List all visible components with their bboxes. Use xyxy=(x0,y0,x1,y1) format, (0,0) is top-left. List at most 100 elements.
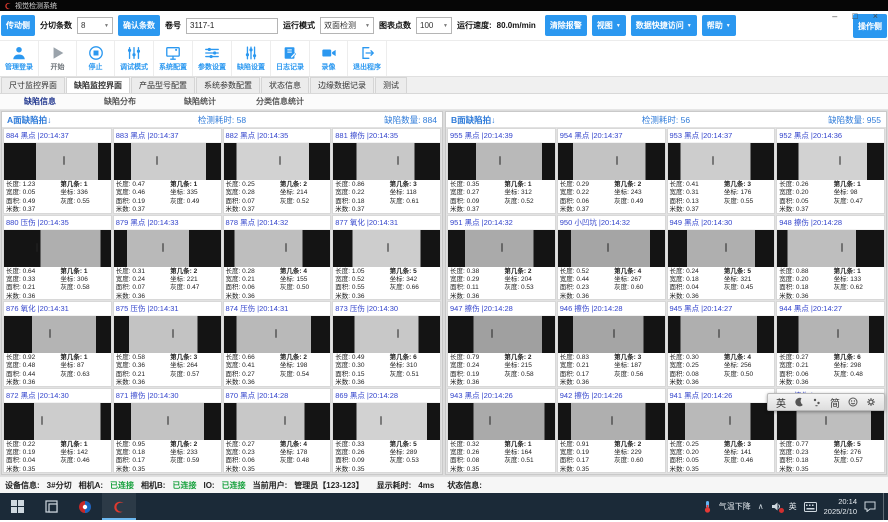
defect-card[interactable]: 872 黑点 |20:14:30长度: 0.22宽度: 0.19面积: 0.04… xyxy=(3,388,112,474)
subtab-1[interactable]: 缺陷分布 xyxy=(80,96,160,107)
defect-thumbnail[interactable] xyxy=(668,230,775,267)
emoji-icon[interactable] xyxy=(848,397,858,407)
tab-0[interactable]: 尺寸监控界面 xyxy=(1,77,65,93)
defect-card[interactable]: 876 氧化 |20:14:31长度: 0.92宽度: 0.48面积: 0.44… xyxy=(3,301,112,387)
defect-card[interactable]: 877 氧化 |20:14:31长度: 1.05宽度: 0.52面积: 0.55… xyxy=(332,215,441,301)
tab-2[interactable]: 产品型号配置 xyxy=(131,77,195,93)
action-monitor-button[interactable]: 系统配置 xyxy=(154,41,193,76)
slit-count-select[interactable]: 8 xyxy=(77,17,113,34)
moon-icon[interactable] xyxy=(794,397,804,407)
defect-card[interactable]: 870 黑点 |20:14:28长度: 0.27宽度: 0.23面积: 0.06… xyxy=(223,388,332,474)
tab-5[interactable]: 边缘数据记录 xyxy=(310,77,374,93)
defect-thumbnail[interactable] xyxy=(448,316,555,353)
defect-card[interactable]: 871 擦伤 |20:14:30长度: 0.95宽度: 0.18面积: 0.17… xyxy=(113,388,222,474)
defect-thumbnail[interactable] xyxy=(4,143,111,180)
defect-thumbnail[interactable] xyxy=(333,230,440,267)
defect-thumbnail[interactable] xyxy=(224,316,331,353)
defect-thumbnail[interactable] xyxy=(114,143,221,180)
defect-thumbnail[interactable] xyxy=(777,316,884,353)
defect-card[interactable]: 948 擦伤 |20:14:28长度: 0.88宽度: 0.20面积: 0.18… xyxy=(776,215,885,301)
pinned-app-icon[interactable] xyxy=(68,493,102,520)
defect-card[interactable]: 944 黑点 |20:14:27长度: 0.27宽度: 0.21面积: 0.06… xyxy=(776,301,885,387)
tab-3[interactable]: 系统参数配置 xyxy=(196,77,260,93)
defect-card[interactable]: 943 黑点 |20:14:26长度: 0.32宽度: 0.26面积: 0.08… xyxy=(447,388,556,474)
defect-thumbnail[interactable] xyxy=(4,316,111,353)
defect-thumbnail[interactable] xyxy=(4,403,111,440)
defect-thumbnail[interactable] xyxy=(224,143,331,180)
defect-thumbnail[interactable] xyxy=(668,403,775,440)
notification-center-icon[interactable] xyxy=(864,501,876,512)
ime-mode-en[interactable]: 英 xyxy=(776,395,786,410)
show-desktop-button[interactable] xyxy=(883,493,887,520)
defect-thumbnail[interactable] xyxy=(558,316,665,353)
chart-points-select[interactable]: 100 xyxy=(416,17,452,34)
action-user-button[interactable]: 管理登录 xyxy=(0,41,39,76)
roll-number-input[interactable] xyxy=(186,18,278,34)
defect-card[interactable]: 880 压伤 |20:14:35长度: 0.64宽度: 0.33面积: 0.21… xyxy=(3,215,112,301)
defect-thumbnail[interactable] xyxy=(448,230,555,267)
defect-card[interactable]: 953 黑点 |20:14:37长度: 0.41宽度: 0.31面积: 0.13… xyxy=(667,128,776,214)
dots-icon[interactable] xyxy=(812,397,822,407)
defect-thumbnail[interactable] xyxy=(558,143,665,180)
defect-card[interactable]: 946 擦伤 |20:14:28长度: 0.83宽度: 0.21面积: 0.17… xyxy=(557,301,666,387)
defect-card[interactable]: 954 黑点 |20:14:37长度: 0.29宽度: 0.22面积: 0.06… xyxy=(557,128,666,214)
action-tune-button[interactable]: 调试模式 xyxy=(115,41,154,76)
defect-card[interactable]: 955 黑点 |20:14:39长度: 0.35宽度: 0.27面积: 0.09… xyxy=(447,128,556,214)
weather-ticker[interactable]: 气温下降 xyxy=(719,501,751,512)
defect-card[interactable]: 878 黑点 |20:14:32长度: 0.28宽度: 0.21面积: 0.06… xyxy=(223,215,332,301)
task-view-button[interactable] xyxy=(34,493,68,520)
defect-thumbnail[interactable] xyxy=(4,230,111,267)
view-menu-button[interactable]: 视图▼ xyxy=(592,15,626,36)
active-app-icon[interactable] xyxy=(102,493,136,520)
defect-thumbnail[interactable] xyxy=(114,403,221,440)
defect-thumbnail[interactable] xyxy=(558,403,665,440)
tab-1[interactable]: 缺陷监控界面 xyxy=(66,77,130,93)
defect-thumbnail[interactable] xyxy=(777,143,884,180)
defect-card[interactable]: 879 黑点 |20:14:33长度: 0.31宽度: 0.24面积: 0.07… xyxy=(113,215,222,301)
tray-expand-icon[interactable]: ∧ xyxy=(758,502,764,511)
defect-card[interactable]: 875 压伤 |20:14:31长度: 0.58宽度: 0.36面积: 0.21… xyxy=(113,301,222,387)
action-exit-button[interactable]: 退出程序 xyxy=(348,41,387,76)
ime-settings-icon[interactable] xyxy=(866,397,876,407)
action-camera-button[interactable]: 录像 xyxy=(310,41,348,76)
defect-thumbnail[interactable] xyxy=(333,403,440,440)
data-access-menu-button[interactable]: 数据快捷访问▼ xyxy=(631,15,697,36)
defect-thumbnail[interactable] xyxy=(114,230,221,267)
close-button[interactable]: × xyxy=(873,11,878,21)
action-stop-button[interactable]: 停止 xyxy=(77,41,115,76)
defect-card[interactable]: 873 压伤 |20:14:30长度: 0.49宽度: 0.30面积: 0.15… xyxy=(332,301,441,387)
defect-thumbnail[interactable] xyxy=(333,316,440,353)
defect-thumbnail[interactable] xyxy=(448,403,555,440)
thermometer-icon[interactable] xyxy=(703,500,712,513)
action-hsliders-button[interactable]: 参数设置 xyxy=(193,41,232,76)
action-vsliders-button[interactable]: 缺陷设置 xyxy=(232,41,271,76)
maximize-button[interactable]: □ xyxy=(852,11,857,21)
defect-card[interactable]: 882 黑点 |20:14:35长度: 0.25宽度: 0.28面积: 0.07… xyxy=(223,128,332,214)
subtab-0[interactable]: 缺陷信息 xyxy=(0,96,80,107)
run-mode-select[interactable]: 双面检测 xyxy=(320,17,374,34)
action-play-button[interactable]: 开始 xyxy=(39,41,77,76)
help-menu-button[interactable]: 帮助▼ xyxy=(702,15,736,36)
defect-thumbnail[interactable] xyxy=(558,230,665,267)
taskbar-clock[interactable]: 20:14 2025/2/10 xyxy=(824,497,857,516)
defect-card[interactable]: 952 黑点 |20:14:36长度: 0.26宽度: 0.20面积: 0.05… xyxy=(776,128,885,214)
minimize-button[interactable]: – xyxy=(832,11,837,21)
defect-thumbnail[interactable] xyxy=(668,316,775,353)
subtab-3[interactable]: 分类信息统计 xyxy=(240,96,320,107)
touch-keyboard-icon[interactable] xyxy=(804,502,817,512)
defect-card[interactable]: 881 擦伤 |20:14:35长度: 0.86宽度: 0.22面积: 0.18… xyxy=(332,128,441,214)
subtab-2[interactable]: 缺陷统计 xyxy=(160,96,240,107)
clear-alarm-button[interactable]: 清除报警 xyxy=(545,15,587,36)
defect-card[interactable]: 950 小凹坑 |20:14:32长度: 0.52宽度: 0.44面积: 0.2… xyxy=(557,215,666,301)
confirm-count-button[interactable]: 确认条数 xyxy=(118,15,160,36)
ime-mode-simplified[interactable]: 简 xyxy=(830,395,840,410)
defect-thumbnail[interactable] xyxy=(224,230,331,267)
defect-thumbnail[interactable] xyxy=(448,143,555,180)
defect-card[interactable]: 874 压伤 |20:14:31长度: 0.66宽度: 0.41面积: 0.27… xyxy=(223,301,332,387)
defect-thumbnail[interactable] xyxy=(224,403,331,440)
defect-card[interactable]: 949 黑点 |20:14:30长度: 0.24宽度: 0.18面积: 0.04… xyxy=(667,215,776,301)
action-log-button[interactable]: 日志记录 xyxy=(271,41,310,76)
defect-thumbnail[interactable] xyxy=(777,230,884,267)
defect-card[interactable]: 941 黑点 |20:14:26长度: 0.25宽度: 0.20面积: 0.05… xyxy=(667,388,776,474)
defect-card[interactable]: 942 擦伤 |20:14:26长度: 0.91宽度: 0.19面积: 0.17… xyxy=(557,388,666,474)
